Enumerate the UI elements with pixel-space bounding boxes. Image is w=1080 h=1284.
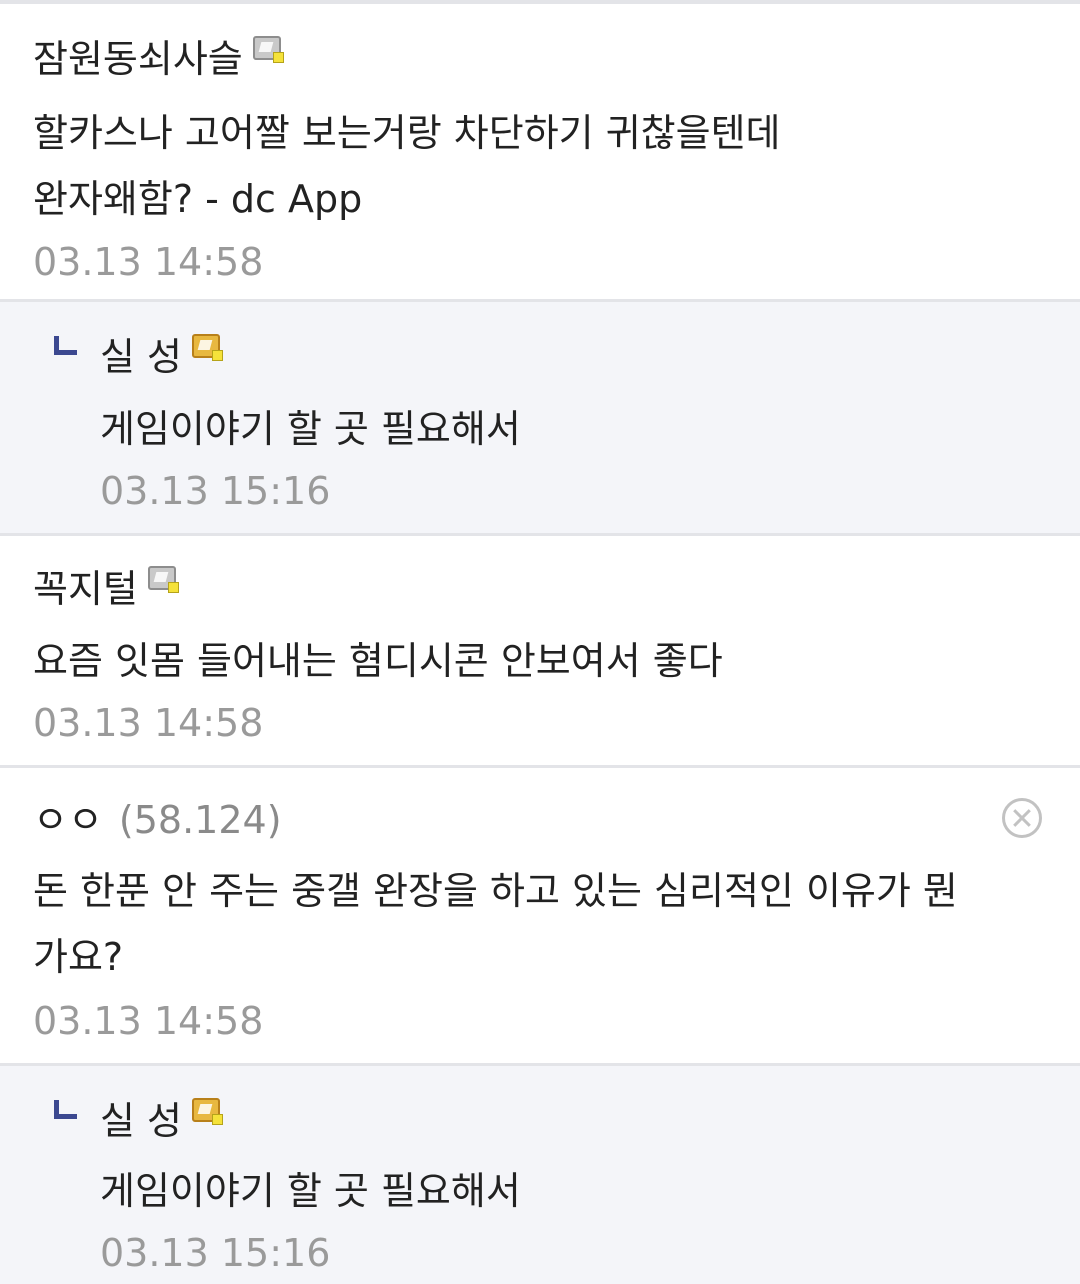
comment-author[interactable]: ㅇㅇ (58.124): [33, 795, 282, 845]
author-name: ㅇㅇ: [33, 798, 103, 842]
reply-item: 실 성 게임이야기 할 곳 필요해서 03.13 15:16: [0, 1066, 1080, 1284]
half-fixed-nick-gallog-icon[interactable]: [192, 1098, 223, 1125]
comment-text: 할카스나 고어짤 보는거랑 차단하기 귀찮을텐데 완자왜함? - dc App: [33, 100, 1054, 232]
comment-text: 게임이야기 할 곳 필요해서: [100, 1158, 1054, 1224]
comment-timestamp: 03.13 15:16: [100, 469, 331, 513]
reply-item: 실 성 게임이야기 할 곳 필요해서 03.13 15:16: [0, 302, 1080, 536]
author-ip: (58.124): [118, 798, 282, 842]
comment-item: ㅇㅇ (58.124) 돈 한푼 안 주는 중갤 완장을 하고 있는 심리적인 …: [0, 768, 1080, 1066]
author-name: 잠원동쇠사슬: [33, 37, 243, 81]
comment-text-line: 요즘 잇몸 들어내는 혐디시콘 안보여서 좋다: [33, 639, 723, 683]
comment-timestamp: 03.13 15:16: [100, 1231, 331, 1275]
comment-timestamp: 03.13 14:58: [33, 701, 264, 745]
comment-item: 꼭지털 요즘 잇몸 들어내는 혐디시콘 안보여서 좋다 03.13 14:58: [0, 536, 1080, 768]
comment-text: 돈 한푼 안 주는 중갤 완장을 하고 있는 심리적인 이유가 뭔 가요?: [33, 858, 1054, 990]
reply-arrow-icon: [54, 336, 77, 355]
author-name: 실 성: [100, 1099, 182, 1143]
comment-text: 게임이야기 할 곳 필요해서: [100, 396, 1054, 462]
fixed-nick-gallog-icon[interactable]: [252, 36, 284, 63]
comment-text-line: 할카스나 고어짤 보는거랑 차단하기 귀찮을텐데: [33, 111, 781, 155]
comment-item: 잠원동쇠사슬 할카스나 고어짤 보는거랑 차단하기 귀찮을텐데 완자왜함? - …: [0, 4, 1080, 302]
author-name: 실 성: [100, 335, 182, 379]
comment-author[interactable]: 잠원동쇠사슬: [33, 34, 284, 84]
comment-author[interactable]: 실 성: [100, 1096, 223, 1146]
comment-text-line: 게임이야기 할 곳 필요해서: [100, 1169, 521, 1213]
comment-text-line: 게임이야기 할 곳 필요해서: [100, 407, 521, 451]
comment-timestamp: 03.13 14:58: [33, 240, 264, 284]
comment-author[interactable]: 꼭지털: [33, 564, 179, 614]
half-fixed-nick-gallog-icon[interactable]: [192, 334, 223, 361]
comment-text: 요즘 잇몸 들어내는 혐디시콘 안보여서 좋다: [33, 628, 1054, 694]
delete-comment-button[interactable]: [1002, 798, 1042, 838]
reply-arrow-icon: [54, 1100, 77, 1119]
fixed-nick-gallog-icon[interactable]: [147, 566, 179, 593]
comment-text-line: 완자왜함? - dc App: [33, 177, 363, 221]
comment-text-line: 가요?: [33, 935, 124, 979]
comment-timestamp: 03.13 14:58: [33, 999, 264, 1043]
comment-text-line: 돈 한푼 안 주는 중갤 완장을 하고 있는 심리적인 이유가 뭔: [33, 869, 958, 913]
author-name: 꼭지털: [33, 567, 138, 611]
comment-author[interactable]: 실 성: [100, 332, 223, 382]
